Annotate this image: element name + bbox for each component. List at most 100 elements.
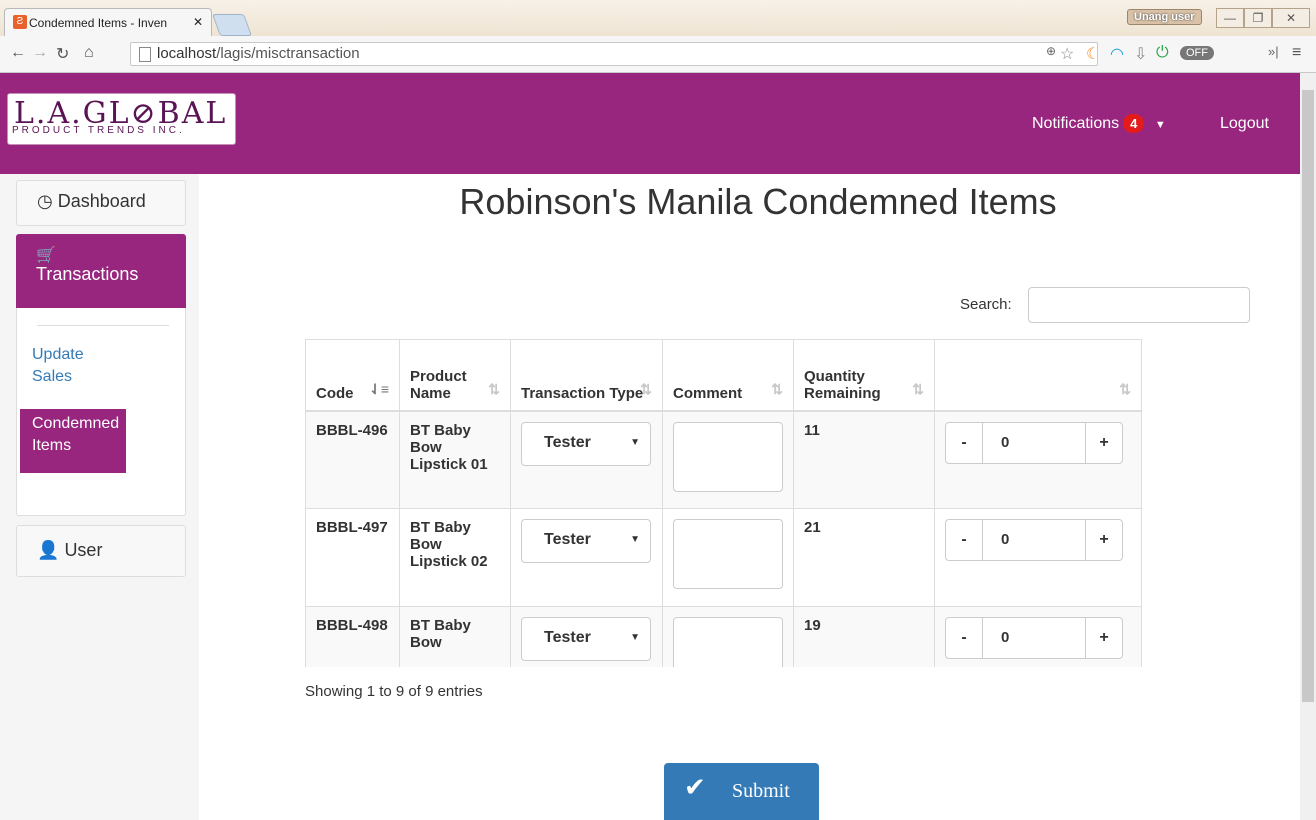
column-header-code[interactable]: Code ⇃≡ xyxy=(305,339,400,412)
browser-tab[interactable]: Ƨ Condemned Items - Inven ✕ xyxy=(4,8,212,36)
stepper-value[interactable]: 0 xyxy=(982,422,1086,463)
quantity-stepper[interactable]: -0 + xyxy=(945,519,1123,561)
extension-c-icon[interactable]: ☾ xyxy=(1086,44,1100,64)
cell-code: BBBL-497 xyxy=(305,508,400,607)
sidebar-user-label: User xyxy=(64,540,103,560)
sort-icon: ⇅ xyxy=(912,380,924,397)
quantity-stepper[interactable]: -0 + xyxy=(945,421,1123,464)
os-user-badge: Unang user xyxy=(1127,9,1202,25)
sort-icon: ⇅ xyxy=(640,380,652,397)
transaction-type-select[interactable]: Tester ▼ xyxy=(521,617,651,661)
address-bar-row: ← → ↻ ⌂ localhost/lagis/misctransaction … xyxy=(0,36,1316,73)
cell-code: BBBL-498 xyxy=(305,606,400,667)
column-header-quantity-remaining[interactable]: Quantity Remaining ⇅ xyxy=(793,339,935,412)
logo-subtext: PRODUCT TRENDS INC. xyxy=(12,125,185,136)
cell-product-name: BT Baby Bow Lipstick 01 xyxy=(399,410,511,509)
url-path: /lagis/misctransaction xyxy=(216,45,360,62)
url-field[interactable]: localhost/lagis/misctransaction xyxy=(130,42,1098,66)
comment-textarea[interactable] xyxy=(673,421,783,492)
cell-code: BBBL-496 xyxy=(305,410,400,509)
zoom-icon[interactable]: ⊕ xyxy=(1046,44,1056,58)
column-header-transaction-type[interactable]: Transaction Type ⇅ xyxy=(510,339,663,412)
browser-tab-bar: Ƨ Condemned Items - Inven ✕ Unang user —… xyxy=(0,0,1316,36)
user-icon: 👤 xyxy=(37,540,60,560)
select-caret-icon: ▼ xyxy=(630,534,640,545)
stepper-value[interactable]: 0 xyxy=(982,520,1086,560)
new-tab-button[interactable] xyxy=(211,14,253,36)
scrollbar-thumb[interactable] xyxy=(1302,90,1314,702)
items-table-container[interactable]: Code ⇃≡ Product Name ⇅ Transaction Type ⇅ C… xyxy=(305,339,1142,667)
tab-title: Condemned Items - Inven xyxy=(29,15,168,30)
submit-label: Submit xyxy=(732,780,790,802)
sidebar-item-condemned-items[interactable]: Condemned Items xyxy=(20,409,126,473)
favicon-icon: Ƨ xyxy=(13,15,27,29)
sidebar-item-update-sales[interactable]: Update Sales xyxy=(20,344,126,388)
items-table: Code ⇃≡ Product Name ⇅ Transaction Type ⇅ C… xyxy=(305,339,1142,667)
more-extensions-icon[interactable]: »| xyxy=(1268,44,1279,59)
page-icon xyxy=(139,47,151,62)
search-label: Search: xyxy=(960,296,1012,313)
home-icon[interactable]: ⌂ xyxy=(84,44,94,62)
notifications-label: Notifications xyxy=(1032,115,1120,132)
sidebar-item-transactions[interactable]: 🛒 Transactions xyxy=(16,234,186,308)
page-title: Robinson's Manila Condemned Items xyxy=(459,181,1057,222)
sort-icon: ⇅ xyxy=(771,380,783,397)
dashboard-icon: ◷ xyxy=(37,191,53,211)
sidebar-transactions-label: Transactions xyxy=(36,264,139,284)
star-icon[interactable]: ☆ xyxy=(1060,44,1074,64)
quantity-stepper[interactable]: -0 + xyxy=(945,617,1123,659)
restore-icon[interactable]: ❐ xyxy=(1244,8,1272,28)
cell-product-name: BT Baby Bow Lipstick 02 xyxy=(399,508,511,607)
extension-toggle-icon[interactable]: OFF xyxy=(1180,46,1214,60)
cell-product-name: BT Baby Bow xyxy=(399,606,511,667)
logout-link[interactable]: Logout xyxy=(1220,115,1269,133)
stepper-value[interactable]: 0 xyxy=(982,618,1086,658)
decrement-button[interactable]: - xyxy=(946,618,982,658)
notifications-dropdown[interactable]: Notifications 4 ▼ xyxy=(1032,114,1166,133)
extension-power-icon[interactable]: ⏻ xyxy=(1156,44,1169,62)
decrement-button[interactable]: - xyxy=(946,423,982,463)
checkmark-icon: ✔ xyxy=(684,773,706,803)
sidebar-dashboard-label: Dashboard xyxy=(57,191,146,211)
url-host: localhost xyxy=(157,45,217,62)
comment-textarea[interactable] xyxy=(673,617,783,667)
notifications-count-badge: 4 xyxy=(1123,114,1145,133)
extension-download-icon[interactable]: ⇩ xyxy=(1134,44,1147,64)
sort-icon: ⇅ xyxy=(1119,380,1131,397)
transaction-type-select[interactable]: Tester ▼ xyxy=(521,519,651,563)
select-caret-icon: ▼ xyxy=(630,632,640,643)
minimize-icon[interactable]: — xyxy=(1216,8,1244,28)
cell-quantity: 19 xyxy=(793,606,935,667)
extension-headphones-icon[interactable]: ◠ xyxy=(1110,44,1124,64)
caret-down-icon: ▼ xyxy=(1154,119,1166,131)
sort-asc-icon: ⇃≡ xyxy=(369,380,389,397)
search-input[interactable] xyxy=(1028,287,1250,323)
column-header-comment[interactable]: Comment ⇅ xyxy=(662,339,794,412)
sidebar-item-user[interactable]: 👤 User xyxy=(16,525,186,577)
forward-icon[interactable]: → xyxy=(32,44,48,62)
sidebar-item-dashboard[interactable]: ◷ Dashboard xyxy=(16,180,186,226)
increment-button[interactable]: + xyxy=(1086,520,1122,560)
increment-button[interactable]: + xyxy=(1086,423,1122,463)
table-row: BBBL-496 BT Baby Bow Lipstick 01 Tester ▼… xyxy=(305,410,1142,509)
back-icon[interactable]: ← xyxy=(10,44,26,62)
transaction-type-select[interactable]: Tester ▼ xyxy=(521,421,651,466)
column-header-adjust[interactable]: ⇅ xyxy=(934,339,1142,412)
decrement-button[interactable]: - xyxy=(946,520,982,560)
sort-icon: ⇅ xyxy=(488,380,500,397)
cell-quantity: 21 xyxy=(793,508,935,607)
increment-button[interactable]: + xyxy=(1086,618,1122,658)
submit-button[interactable]: ✔ Submit xyxy=(664,763,819,820)
site-header: L.A.GL⊘BAL PRODUCT TRENDS INC. Notificat… xyxy=(0,73,1300,174)
reload-icon[interactable]: ↻ xyxy=(56,44,69,64)
close-window-icon[interactable]: ✕ xyxy=(1272,8,1310,28)
table-info: Showing 1 to 9 of 9 entries xyxy=(305,683,483,700)
select-caret-icon: ▼ xyxy=(630,436,640,448)
tab-close-icon[interactable]: ✕ xyxy=(193,15,203,29)
menu-icon[interactable]: ≡ xyxy=(1292,44,1301,62)
column-header-product-name[interactable]: Product Name ⇅ xyxy=(399,339,511,412)
cell-quantity: 11 xyxy=(793,410,935,509)
company-logo[interactable]: L.A.GL⊘BAL PRODUCT TRENDS INC. xyxy=(7,93,236,145)
cart-icon: 🛒 xyxy=(36,247,56,264)
comment-textarea[interactable] xyxy=(673,519,783,589)
